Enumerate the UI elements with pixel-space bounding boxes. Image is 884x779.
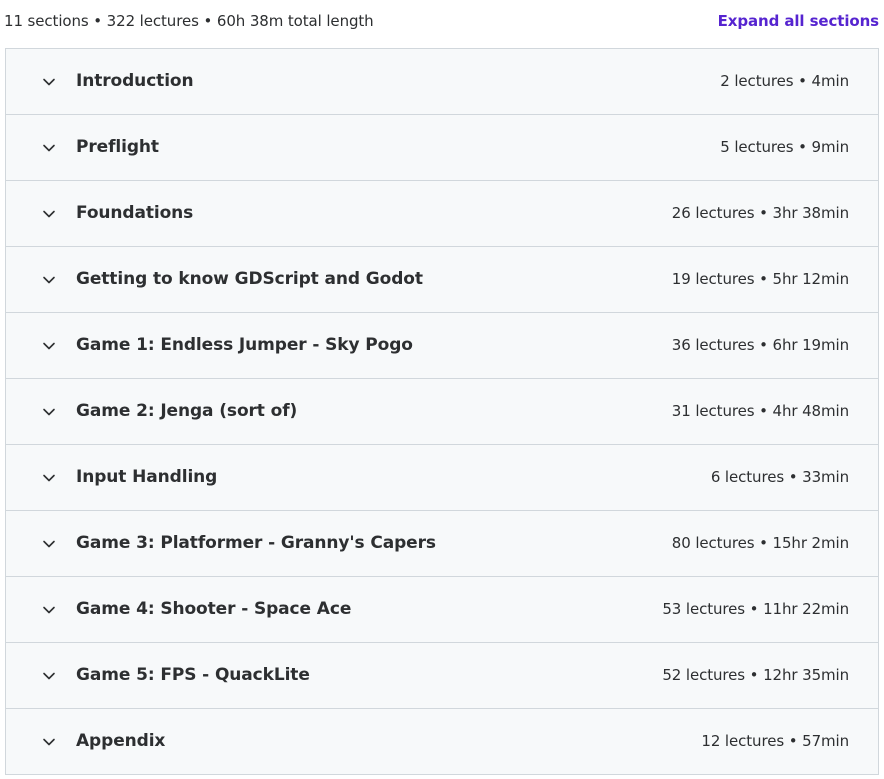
section-title: Foundations xyxy=(76,203,194,223)
section-title: Input Handling xyxy=(76,467,218,487)
section-meta: 26 lectures • 3hr 38min xyxy=(671,204,849,222)
curriculum-section-2[interactable]: Preflight 5 lectures • 9min xyxy=(6,115,878,181)
curriculum-section-list: Introduction 2 lectures • 4min Preflight… xyxy=(5,48,879,775)
section-title: Game 5: FPS - QuackLite xyxy=(76,665,310,685)
curriculum-section-5[interactable]: Game 1: Endless Jumper - Sky Pogo 36 lec… xyxy=(6,313,878,379)
chevron-down-icon xyxy=(42,603,56,617)
curriculum-section-1[interactable]: Introduction 2 lectures • 4min xyxy=(6,49,878,115)
chevron-down-icon xyxy=(42,735,56,749)
section-meta: 5 lectures • 9min xyxy=(720,138,849,156)
curriculum-section-7[interactable]: Input Handling 6 lectures • 33min xyxy=(6,445,878,511)
chevron-down-icon xyxy=(42,339,56,353)
curriculum-summary: 11 sections • 322 lectures • 60h 38m tot… xyxy=(4,12,374,30)
chevron-down-icon xyxy=(42,75,56,89)
section-title: Game 3: Platformer - Granny's Capers xyxy=(76,533,436,553)
chevron-down-icon xyxy=(42,669,56,683)
chevron-down-icon xyxy=(42,207,56,221)
section-meta: 6 lectures • 33min xyxy=(710,468,849,486)
section-title: Game 2: Jenga (sort of) xyxy=(76,401,298,421)
section-meta: 53 lectures • 11hr 22min xyxy=(662,600,849,618)
curriculum-section-8[interactable]: Game 3: Platformer - Granny's Capers 80 … xyxy=(6,511,878,577)
section-meta: 36 lectures • 6hr 19min xyxy=(671,336,849,354)
section-title: Game 4: Shooter - Space Ace xyxy=(76,599,352,619)
chevron-down-icon xyxy=(42,273,56,287)
curriculum-section-9[interactable]: Game 4: Shooter - Space Ace 53 lectures … xyxy=(6,577,878,643)
curriculum-section-6[interactable]: Game 2: Jenga (sort of) 31 lectures • 4h… xyxy=(6,379,878,445)
curriculum-section-4[interactable]: Getting to know GDScript and Godot 19 le… xyxy=(6,247,878,313)
chevron-down-icon xyxy=(42,141,56,155)
section-meta: 31 lectures • 4hr 48min xyxy=(671,402,849,420)
section-title: Getting to know GDScript and Godot xyxy=(76,269,423,289)
section-title: Preflight xyxy=(76,137,159,157)
section-meta: 2 lectures • 4min xyxy=(720,72,849,90)
chevron-down-icon xyxy=(42,471,56,485)
section-meta: 52 lectures • 12hr 35min xyxy=(662,666,849,684)
section-title: Introduction xyxy=(76,71,194,91)
curriculum-section-3[interactable]: Foundations 26 lectures • 3hr 38min xyxy=(6,181,878,247)
curriculum-section-11[interactable]: Appendix 12 lectures • 57min xyxy=(6,709,878,774)
section-meta: 80 lectures • 15hr 2min xyxy=(671,534,849,552)
section-meta: 12 lectures • 57min xyxy=(701,732,849,750)
curriculum-section-10[interactable]: Game 5: FPS - QuackLite 52 lectures • 12… xyxy=(6,643,878,709)
chevron-down-icon xyxy=(42,537,56,551)
section-title: Game 1: Endless Jumper - Sky Pogo xyxy=(76,335,413,355)
curriculum-summary-bar: 11 sections • 322 lectures • 60h 38m tot… xyxy=(0,0,884,46)
expand-all-sections-button[interactable]: Expand all sections xyxy=(718,12,879,30)
section-title: Appendix xyxy=(76,731,166,751)
section-meta: 19 lectures • 5hr 12min xyxy=(671,270,849,288)
chevron-down-icon xyxy=(42,405,56,419)
